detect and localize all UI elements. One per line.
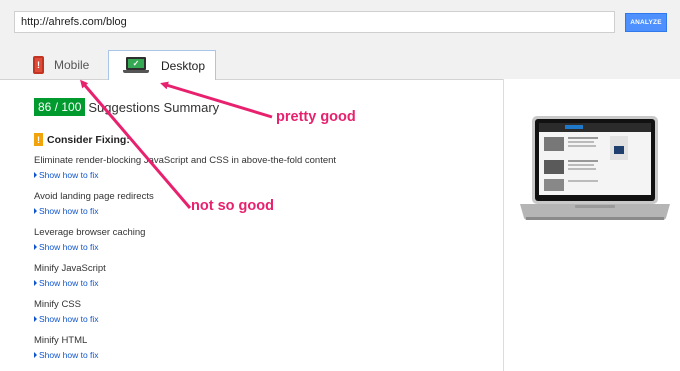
score-summary: 86 / 100 Suggestions Summary — [34, 98, 219, 116]
triangle-right-icon — [34, 172, 37, 178]
tab-desktop[interactable]: ✓ Desktop — [108, 50, 216, 80]
rule-title: Minify CSS — [34, 299, 81, 310]
show-how-to-fix-link[interactable]: Show how to fix — [34, 278, 99, 288]
triangle-right-icon — [34, 244, 37, 250]
tab-mobile[interactable]: Mobile — [15, 50, 109, 80]
triangle-right-icon — [34, 352, 37, 358]
tab-mobile-label: Mobile — [54, 58, 90, 72]
warning-icon: ! — [34, 133, 43, 146]
consider-fixing-heading: ! Consider Fixing: — [34, 133, 130, 146]
rule-title: Eliminate render-blocking JavaScript and… — [34, 155, 337, 166]
show-how-to-fix-link[interactable]: Show how to fix — [34, 314, 99, 324]
show-how-to-fix-link[interactable]: Show how to fix — [34, 350, 99, 360]
triangle-right-icon — [34, 208, 37, 214]
rule-title: Minify JavaScript — [34, 263, 106, 274]
triangle-right-icon — [34, 316, 37, 322]
show-how-to-fix-link[interactable]: Show how to fix — [34, 170, 99, 180]
mobile-phone-icon — [33, 56, 44, 74]
rule-title: Minify HTML — [34, 335, 88, 346]
triangle-right-icon — [34, 280, 37, 286]
rule-title: Leverage browser caching — [34, 227, 146, 238]
summary-title: Suggestions Summary — [88, 99, 220, 115]
tab-desktop-label: Desktop — [161, 58, 206, 73]
pretty-good-annotation: pretty good — [276, 109, 356, 125]
show-how-to-fix-link[interactable]: Show how to fix — [34, 242, 99, 252]
analyze-button[interactable]: ANALYZE — [625, 13, 667, 32]
show-how-to-fix-link[interactable]: Show how to fix — [34, 206, 99, 216]
desktop-preview-laptop-image — [520, 116, 670, 220]
score-badge: 86 / 100 — [34, 98, 86, 116]
url-input[interactable] — [14, 11, 615, 33]
laptop-icon: ✓ — [123, 56, 149, 75]
not-so-good-annotation: not so good — [191, 198, 274, 214]
rule-title: Avoid landing page redirects — [34, 191, 154, 202]
consider-fixing-label: Consider Fixing: — [47, 133, 130, 146]
check-icon: ✓ — [128, 58, 144, 68]
